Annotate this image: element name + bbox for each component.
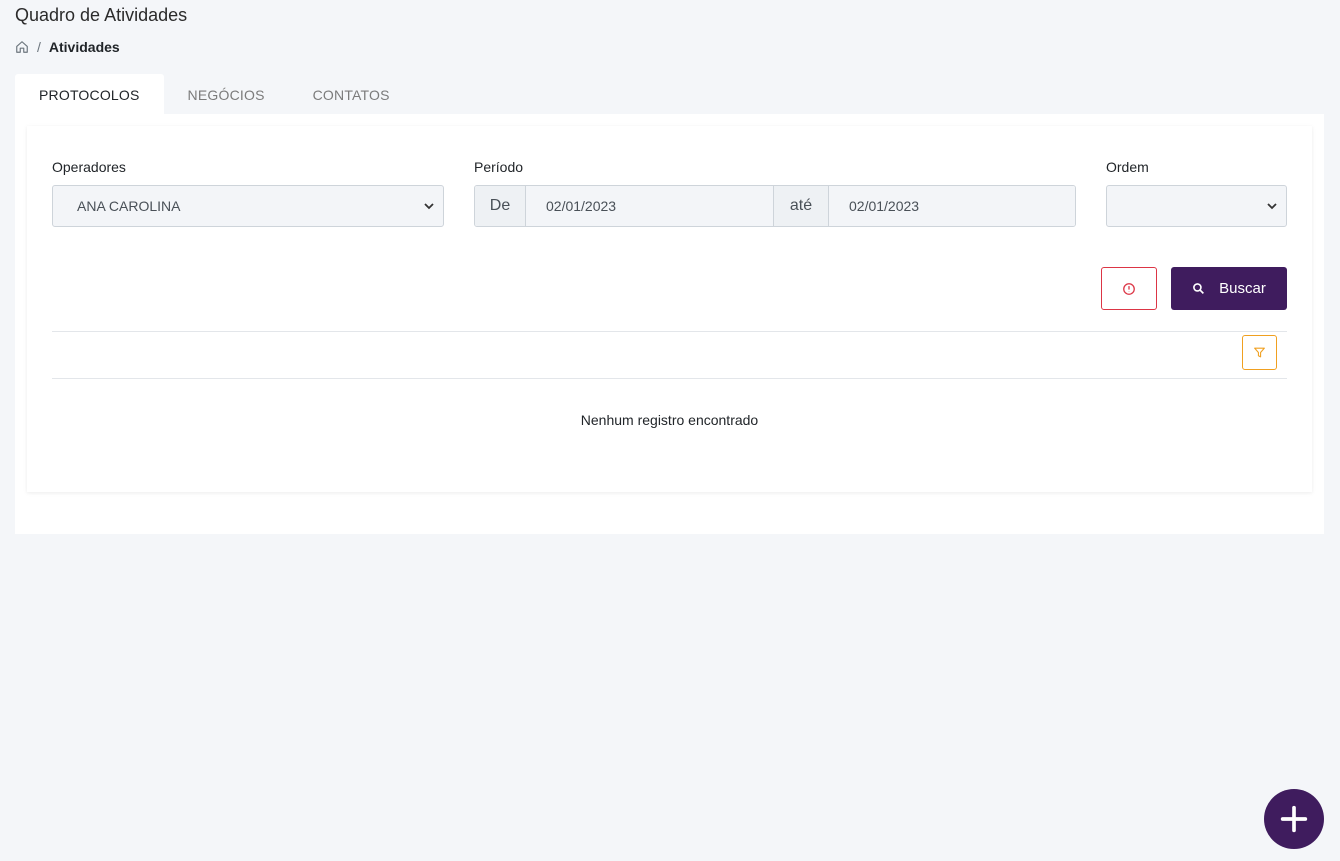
chevron-down-icon	[1267, 203, 1277, 210]
operadores-label: Operadores	[52, 159, 126, 175]
operadores-select[interactable]: ANA CAROLINA	[52, 185, 444, 227]
divider-top	[52, 331, 1287, 332]
periodo-to-input[interactable]: 02/01/2023	[829, 186, 1075, 226]
plus-icon	[1280, 805, 1308, 833]
divider-bottom	[52, 378, 1287, 379]
filter-icon	[1254, 347, 1265, 358]
alert-circle-icon	[1123, 282, 1135, 295]
tab-bar: PROTOCOLOS NEGÓCIOS CONTATOS	[15, 74, 414, 114]
page-title: Quadro de Atividades	[15, 5, 188, 25]
periodo-label: Período	[474, 159, 524, 175]
chevron-down-icon	[424, 203, 434, 210]
empty-results-message: Nenhum registro encontrado	[580, 412, 759, 428]
search-button[interactable]: Buscar	[1171, 267, 1287, 310]
tab-contatos[interactable]: CONTATOS	[289, 74, 414, 114]
operadores-value: ANA CAROLINA	[77, 198, 181, 214]
tab-protocolos[interactable]: PROTOCOLOS	[15, 74, 164, 114]
breadcrumb-separator: /	[37, 39, 41, 55]
periodo-from-prefix: De	[475, 186, 526, 226]
breadcrumb: / Atividades	[15, 39, 120, 55]
ordem-label: Ordem	[1106, 159, 1149, 175]
add-button[interactable]	[1264, 789, 1324, 849]
breadcrumb-current: Atividades	[48, 39, 120, 55]
home-icon[interactable]	[15, 40, 29, 54]
periodo-to-prefix: até	[774, 186, 829, 226]
clear-button[interactable]	[1101, 267, 1157, 310]
tab-panel: Operadores ANA CAROLINA Período De 02/01…	[15, 114, 1324, 534]
tab-negocios[interactable]: NEGÓCIOS	[164, 74, 289, 114]
search-icon	[1193, 283, 1205, 294]
filter-card: Operadores ANA CAROLINA Período De 02/01…	[27, 126, 1312, 492]
periodo-group: De 02/01/2023 até 02/01/2023	[474, 185, 1076, 227]
filter-button[interactable]	[1242, 335, 1277, 370]
periodo-from-input[interactable]: 02/01/2023	[526, 186, 774, 226]
ordem-select[interactable]	[1106, 185, 1287, 227]
search-button-label: Buscar	[1219, 280, 1266, 297]
